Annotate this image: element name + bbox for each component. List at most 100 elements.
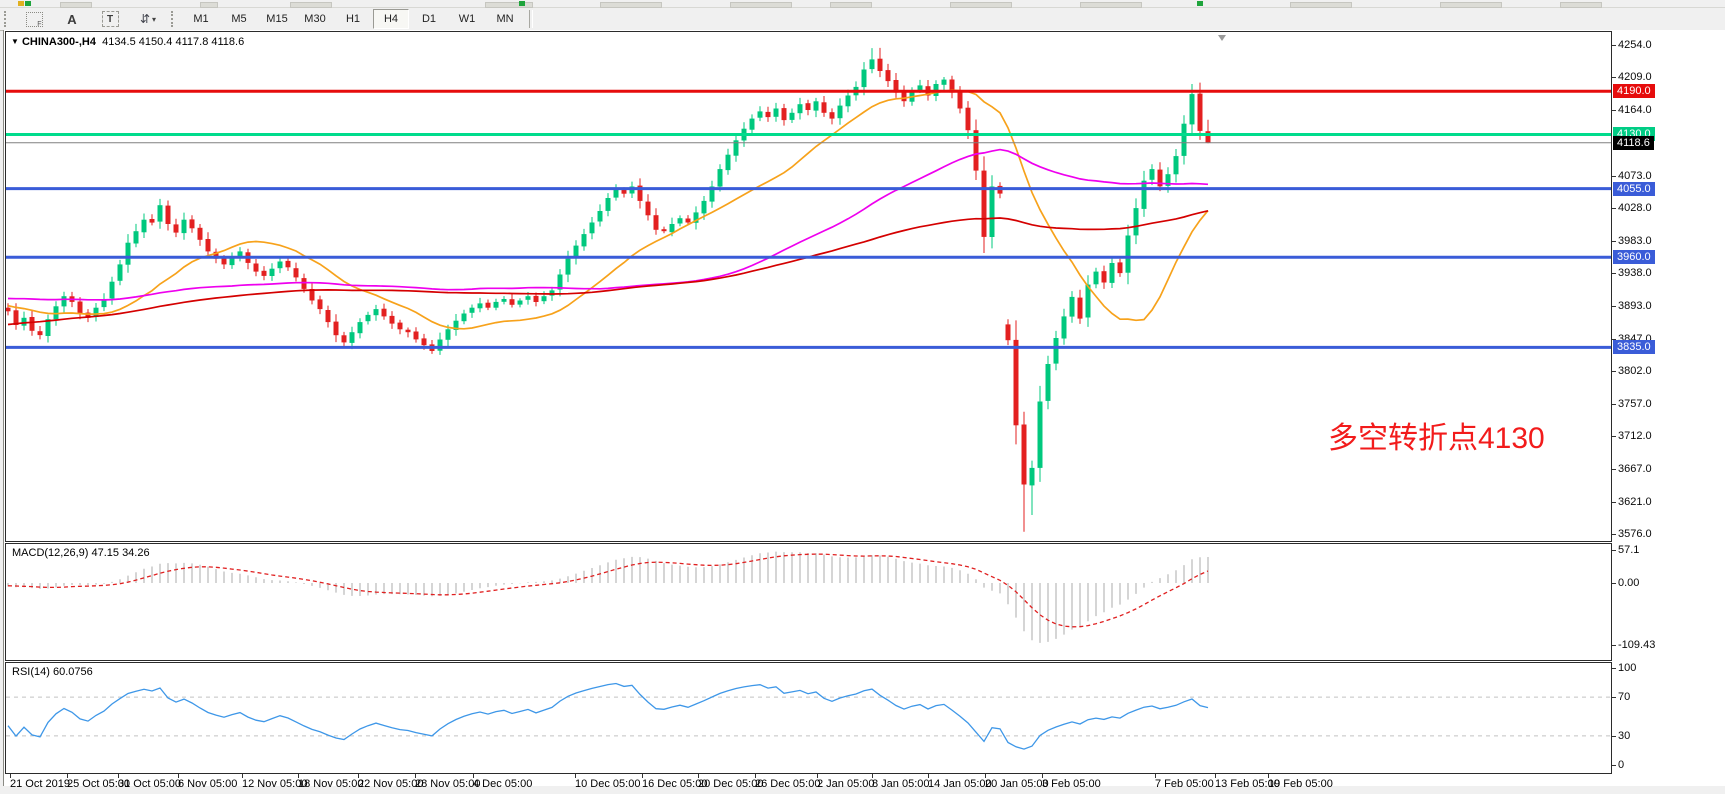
candle-body	[678, 218, 683, 223]
candle-body	[294, 268, 299, 277]
candle-body	[1102, 271, 1107, 282]
candle-body	[966, 108, 971, 131]
price-tick-mark	[1612, 45, 1616, 46]
time-axis[interactable]: 21 Oct 201925 Oct 05:0031 Oct 05:006 Nov…	[5, 774, 1665, 794]
candle-body	[182, 220, 187, 233]
price-tick-label: 3983.0	[1618, 234, 1652, 248]
rsi-label: RSI(14) 60.0756	[12, 666, 93, 678]
candle-body	[702, 201, 707, 214]
symbol-dropdown-icon[interactable]: ▼	[11, 37, 19, 46]
macd-tick-label: -109.43	[1618, 638, 1655, 652]
date-label: 21 Oct 2019	[10, 778, 70, 790]
candle-body	[814, 101, 819, 110]
timeframe-button-w1[interactable]: W1	[449, 9, 485, 29]
price-tick-label: 3576.0	[1618, 527, 1652, 541]
candle-body	[30, 317, 35, 331]
candle-body	[1062, 316, 1067, 338]
price-tick-label: 3621.0	[1618, 495, 1652, 509]
rsi-tick-label: 100	[1618, 661, 1636, 675]
candle-body	[6, 308, 11, 312]
candle-body	[358, 322, 363, 333]
ma-line	[8, 150, 1208, 300]
candle-body	[374, 309, 379, 315]
timeframe-button-h4[interactable]: H4	[373, 9, 409, 29]
candle-body	[798, 104, 803, 113]
candle-body	[174, 224, 179, 232]
candle-body	[134, 231, 139, 243]
rsi-canvas	[6, 663, 1611, 773]
price-level-badge: 4118.6	[1613, 136, 1654, 150]
candle-body	[470, 308, 475, 313]
candle-body	[758, 111, 763, 117]
price-tick-mark	[1612, 469, 1616, 470]
candle-body	[1038, 402, 1043, 468]
timeframe-button-m1[interactable]: M1	[183, 9, 219, 29]
timeframe-button-m30[interactable]: M30	[297, 9, 333, 29]
timeframe-button-m15[interactable]: M15	[259, 9, 295, 29]
candle-body	[782, 108, 787, 120]
candle-body	[198, 228, 203, 240]
main-price-pane[interactable]	[5, 31, 1612, 542]
candle-body	[1134, 208, 1139, 235]
letter-a-icon: A	[67, 12, 76, 27]
arrows-icon: ⇵	[140, 12, 150, 26]
candle-body	[1150, 169, 1155, 180]
price-tick-label: 3667.0	[1618, 462, 1652, 476]
boxed-t-icon: T	[102, 11, 119, 27]
macd-pane[interactable]: MACD(12,26,9) 47.15 34.26	[5, 543, 1612, 661]
candle-body	[1206, 131, 1211, 143]
candle-body	[646, 202, 651, 216]
objects-arrange-button[interactable]: ⇵ ▾	[130, 9, 166, 29]
price-tick-mark	[1612, 176, 1616, 177]
date-label: 10 Dec 05:00	[575, 778, 640, 790]
price-level-badge: 4055.0	[1613, 182, 1655, 196]
symbol-name: CHINA300-,H4	[22, 36, 96, 48]
candle-body	[526, 296, 531, 300]
candle-body	[126, 243, 131, 265]
text-label-button[interactable]: A	[54, 9, 90, 29]
candle-body	[222, 258, 227, 264]
date-label: 14 Jan 05:00	[928, 778, 992, 790]
candle-body	[262, 271, 267, 276]
price-tick-label: 3757.0	[1618, 397, 1652, 411]
grid-button[interactable]: F	[16, 9, 52, 29]
grid-icon: F	[26, 12, 43, 27]
date-label: 19 Feb 05:00	[1268, 778, 1333, 790]
timeframe-button-mn[interactable]: MN	[487, 9, 523, 29]
text-box-button[interactable]: T	[92, 9, 128, 29]
candle-body	[150, 219, 155, 223]
candle-body	[1014, 340, 1019, 425]
chart-shift-marker-icon[interactable]	[1218, 35, 1226, 41]
quote-ohlc: 4134.5 4150.4 4117.8 4118.6	[102, 36, 244, 48]
candle-body	[502, 299, 507, 302]
main-chart-canvas[interactable]	[6, 32, 1611, 541]
rsi-pane[interactable]: RSI(14) 60.0756	[5, 662, 1612, 774]
chart-title: ▼ CHINA300-,H4 4134.5 4150.4 4117.8 4118…	[11, 36, 244, 48]
candle-body	[62, 296, 67, 306]
candle-body	[870, 59, 875, 69]
timeframe-button-d1[interactable]: D1	[411, 9, 447, 29]
clipped-upper-toolbar	[0, 0, 1725, 8]
candle-body	[606, 198, 611, 211]
candle-body	[278, 262, 283, 269]
candle-body	[190, 219, 195, 228]
date-label: 28 Nov 05:00	[415, 778, 480, 790]
candle-body	[1190, 94, 1195, 124]
timeframe-group-drag-handle[interactable]	[171, 11, 177, 27]
timeframe-button-m5[interactable]: M5	[221, 9, 257, 29]
timeframe-button-h1[interactable]: H1	[335, 9, 371, 29]
candle-body	[1070, 297, 1075, 317]
price-tick-mark	[1612, 436, 1616, 437]
timeframe-button-group: M1M5M15M30H1H4D1W1MN	[182, 9, 524, 29]
date-label: 18 Nov 05:00	[298, 778, 363, 790]
candle-body	[342, 335, 347, 342]
candle-body	[350, 332, 355, 343]
rsi-tick-mark	[1612, 668, 1616, 669]
candle-body	[942, 80, 947, 85]
candle-body	[22, 318, 27, 326]
price-tick-label: 3938.0	[1618, 266, 1652, 280]
toolbar-drag-handle[interactable]	[4, 11, 10, 27]
date-label: 22 Nov 05:00	[358, 778, 423, 790]
candle-body	[1126, 236, 1131, 273]
rsi-tick-label: 30	[1618, 729, 1630, 743]
